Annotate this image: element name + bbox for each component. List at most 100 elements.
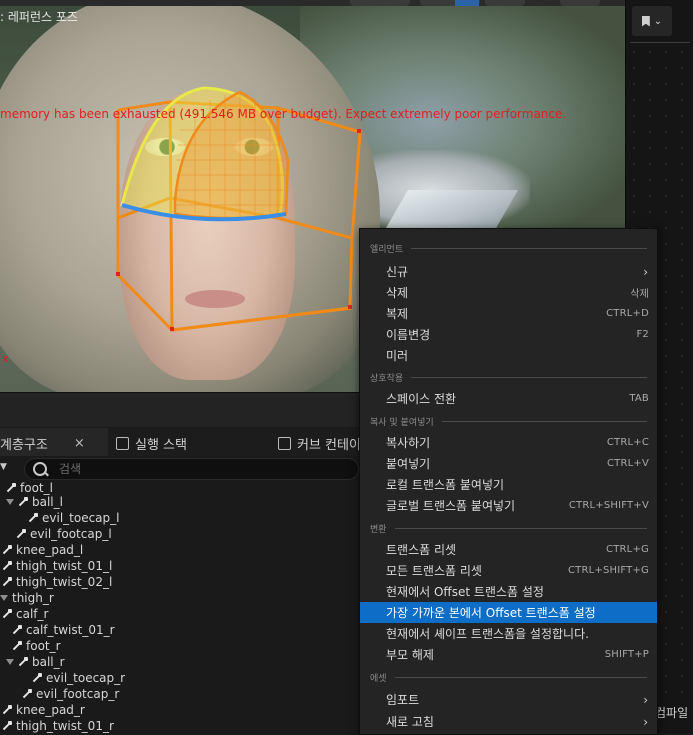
bone-icon (2, 721, 12, 731)
tree-item[interactable]: evil_toecap_r (32, 670, 125, 686)
stack-icon (116, 436, 129, 450)
context-menu: 엘리먼트 신규 › 삭제 삭제 복제 CTRL+D 이름변경 F2 미러 상호작용 스페… (359, 228, 658, 735)
tab-label: 커브 컨테이 (297, 437, 361, 453)
menu-item-mirror[interactable]: 미러 (360, 345, 657, 366)
menu-item-reset-transform[interactable]: 트랜스폼 리셋 CTRL+G (360, 539, 657, 560)
menu-item-paste-local-transform[interactable]: 로컬 트랜스폼 붙여넣기 (360, 474, 657, 495)
tree-item[interactable]: foot_r (12, 638, 61, 654)
chevron-down-icon: ⌄ (653, 15, 663, 27)
tree-item-label: thigh_twist_02_l (16, 575, 113, 589)
bookmark-icon (641, 15, 650, 27)
bone-icon (18, 497, 28, 507)
bone-icon (2, 577, 12, 587)
tree-item[interactable]: thigh_twist_01_l (2, 558, 112, 574)
tree-item-label: foot_r (26, 639, 61, 653)
tree-item-label: foot_l (20, 481, 53, 495)
search-input[interactable] (57, 461, 341, 477)
menu-item-set-offset-from-closest-bone[interactable]: 가장 가까운 본에서 Offset 트랜스폼 설정 (360, 602, 657, 623)
tree-item[interactable]: calf_r (2, 606, 48, 622)
chevron-right-icon: › (643, 714, 648, 729)
menu-item-space-switch[interactable]: 스페이스 전환 TAB (360, 388, 657, 409)
menu-item-set-shape-transform[interactable]: 현재에서 셰이프 트랜스폼을 설정합니다. (360, 623, 657, 644)
tree-item-label: knee_pad_r (16, 703, 85, 717)
bone-icon (22, 689, 32, 699)
bone-hierarchy: foot_l ball_l evil_toecap_l evil_footcap… (0, 480, 360, 733)
expand-arrow-icon[interactable] (0, 595, 8, 601)
tree-item-label: calf_r (16, 607, 49, 621)
section-element: 엘리먼트 (370, 241, 647, 255)
tree-item-label: knee_pad_l (16, 543, 84, 557)
bone-icon (32, 673, 42, 683)
tab-curve-container[interactable]: 커브 컨테이 (278, 428, 368, 458)
bone-icon (2, 561, 12, 571)
menu-item-rename[interactable]: 이름변경 F2 (360, 324, 657, 345)
bone-icon (28, 513, 38, 523)
bone-icon (2, 705, 12, 715)
bone-icon (6, 483, 16, 493)
bone-icon (2, 545, 12, 555)
axis-x-label: x (2, 352, 9, 365)
panel-divider (630, 42, 690, 43)
menu-item-reset-all-transforms[interactable]: 모든 트랜스폼 리셋 CTRL+SHIFT+G (360, 560, 657, 581)
search-box[interactable] (24, 458, 359, 480)
memory-warning: memory has been exhausted (491.546 MB ov… (0, 107, 567, 121)
close-icon[interactable]: × (74, 436, 85, 451)
bone-icon (12, 625, 22, 635)
tree-item-label: thigh_twist_01_l (16, 559, 113, 573)
tree-item[interactable]: knee_pad_l (2, 542, 83, 558)
tab-hierarchy[interactable]: 계층구조 × (0, 428, 108, 458)
menu-item-duplicate[interactable]: 복제 CTRL+D (360, 303, 657, 324)
menu-item-unparent[interactable]: 부모 해제 SHIFT+P (360, 644, 657, 665)
tree-item[interactable]: evil_footcap_r (22, 686, 119, 702)
expand-arrow-icon[interactable] (6, 499, 14, 505)
tree-item[interactable]: knee_pad_r (2, 702, 85, 718)
bookmark-button[interactable]: ⌄ (632, 6, 672, 36)
bone-icon (18, 657, 28, 667)
tree-item-label: ball_l (32, 495, 63, 509)
section-asset: 에셋 (370, 670, 647, 684)
menu-item-paste[interactable]: 붙여넣기 CTRL+V (360, 453, 657, 474)
compile-button[interactable]: 컴파일 (655, 704, 688, 721)
menu-item-new[interactable]: 신규 › (360, 261, 657, 282)
tree-item-label: evil_footcap_r (36, 687, 120, 701)
tree-item[interactable]: ball_l (6, 494, 63, 510)
bone-icon (12, 641, 22, 651)
section-copy-paste: 복사 및 붙여넣기 (370, 414, 647, 428)
bone-icon (16, 529, 26, 539)
tree-item-label: ball_r (32, 655, 65, 669)
menu-item-refresh[interactable]: 새로 고침 › (360, 711, 657, 732)
tree-item[interactable]: evil_footcap_l (16, 526, 112, 542)
menu-item-paste-global-transform[interactable]: 글로벌 트랜스폼 붙여넣기 CTRL+SHIFT+V (360, 495, 657, 516)
tree-item[interactable]: calf_twist_01_r (12, 622, 115, 638)
tree-item-label: calf_twist_01_r (26, 623, 115, 637)
tree-item-label: thigh_twist_01_r (16, 719, 114, 733)
tab-execution-stack[interactable]: 실행 스택 (116, 428, 266, 458)
menu-item-delete[interactable]: 삭제 삭제 (360, 282, 657, 303)
bone-icon (2, 609, 12, 619)
tree-item[interactable]: thigh_twist_02_l (2, 574, 112, 590)
search-icon (33, 462, 47, 476)
section-interaction: 상호작용 (370, 370, 647, 384)
gizmo-edge (171, 306, 353, 332)
tree-item[interactable]: thigh_twist_01_r (2, 718, 114, 733)
tree-item[interactable]: evil_toecap_l (28, 510, 119, 526)
viewport-mode-label: : 레퍼런스 포즈 (0, 10, 78, 24)
tree-item[interactable]: thigh_r (0, 590, 54, 606)
tree-item-label: thigh_r (12, 591, 54, 605)
menu-item-set-offset-from-current[interactable]: 현재에서 Offset 트랜스폼 설정 (360, 581, 657, 602)
expand-arrow-icon[interactable] (6, 659, 14, 665)
tree-item[interactable]: ball_r (6, 654, 65, 670)
section-transform: 변환 (370, 521, 647, 535)
tree-item-label: evil_toecap_r (46, 671, 126, 685)
chevron-right-icon: › (643, 692, 648, 707)
search-row: ▼ (0, 456, 360, 482)
tree-item-label: evil_toecap_l (42, 511, 120, 525)
curve-icon (278, 436, 291, 450)
chevron-right-icon: › (643, 264, 648, 279)
filter-dropdown-icon[interactable]: ▼ (0, 462, 8, 474)
menu-item-import[interactable]: 임포트 › (360, 689, 657, 710)
tab-label: 계층구조 (0, 437, 48, 453)
tab-label: 실행 스택 (135, 437, 187, 453)
menu-item-copy[interactable]: 복사하기 CTRL+C (360, 432, 657, 453)
tree-item-label: evil_footcap_l (30, 527, 112, 541)
